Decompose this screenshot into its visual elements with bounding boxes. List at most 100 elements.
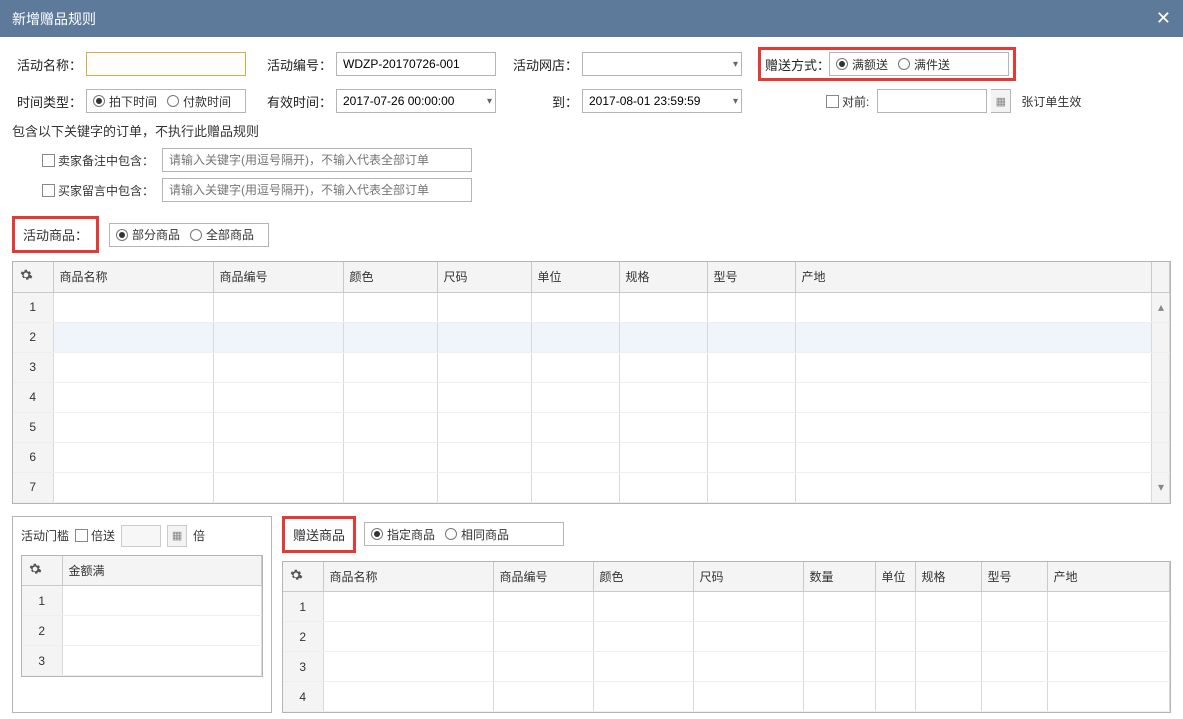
double-send-input[interactable] <box>121 525 161 547</box>
col-spec[interactable]: 规格 <box>915 562 981 592</box>
gear-header[interactable] <box>13 262 53 292</box>
table-cell[interactable] <box>795 382 1152 412</box>
table-cell[interactable] <box>323 622 493 652</box>
scrollbar[interactable] <box>1152 322 1170 352</box>
table-cell[interactable] <box>437 352 531 382</box>
table-cell[interactable] <box>437 322 531 352</box>
table-cell[interactable] <box>53 322 213 352</box>
table-cell[interactable] <box>343 382 437 412</box>
scrollbar[interactable] <box>1152 382 1170 412</box>
table-cell[interactable] <box>53 472 213 502</box>
col-origin[interactable]: 产地 <box>795 262 1152 292</box>
double-send-checkbox[interactable]: 倍送 <box>75 527 115 544</box>
table-cell[interactable] <box>795 412 1152 442</box>
table-cell[interactable] <box>493 592 593 622</box>
table-cell[interactable] <box>531 412 619 442</box>
table-cell[interactable] <box>693 622 803 652</box>
table-row[interactable]: 3 <box>283 652 1170 682</box>
table-cell[interactable] <box>707 472 795 502</box>
table-cell[interactable] <box>795 442 1152 472</box>
gear-header[interactable] <box>22 556 62 586</box>
table-row[interactable]: 5 <box>13 412 1170 442</box>
front-count-input[interactable] <box>877 89 987 113</box>
table-cell[interactable] <box>437 472 531 502</box>
table-cell[interactable] <box>213 472 343 502</box>
table-row[interactable]: 3 <box>13 352 1170 382</box>
grid-icon[interactable]: ▦ <box>167 525 187 547</box>
col-model[interactable]: 型号 <box>981 562 1047 592</box>
gift-scope-same[interactable]: 相同商品 <box>445 526 509 543</box>
table-cell[interactable] <box>619 442 707 472</box>
col-color[interactable]: 颜色 <box>593 562 693 592</box>
table-cell[interactable] <box>915 622 981 652</box>
table-cell[interactable] <box>213 442 343 472</box>
table-row[interactable]: 1▴ <box>13 292 1170 322</box>
table-row[interactable]: 6 <box>13 442 1170 472</box>
col-origin[interactable]: 产地 <box>1047 562 1170 592</box>
table-cell[interactable] <box>213 322 343 352</box>
table-cell[interactable] <box>343 352 437 382</box>
table-cell[interactable] <box>493 682 593 712</box>
table-cell[interactable] <box>981 622 1047 652</box>
table-cell[interactable] <box>795 322 1152 352</box>
table-cell[interactable] <box>795 292 1152 322</box>
calendar-icon[interactable]: ▦ <box>991 89 1011 113</box>
table-cell[interactable] <box>531 322 619 352</box>
table-row[interactable]: 2 <box>22 616 262 646</box>
col-model[interactable]: 型号 <box>707 262 795 292</box>
seller-remark-input[interactable] <box>162 148 472 172</box>
table-cell[interactable] <box>593 652 693 682</box>
table-cell[interactable] <box>62 616 262 646</box>
col-unit[interactable]: 单位 <box>875 562 915 592</box>
table-cell[interactable] <box>693 682 803 712</box>
table-cell[interactable] <box>531 352 619 382</box>
table-cell[interactable] <box>1047 652 1170 682</box>
table-cell[interactable] <box>981 682 1047 712</box>
buyer-message-input[interactable] <box>162 178 472 202</box>
table-cell[interactable] <box>493 652 593 682</box>
table-cell[interactable] <box>493 622 593 652</box>
col-color[interactable]: 颜色 <box>343 262 437 292</box>
table-row[interactable]: 1 <box>22 586 262 616</box>
gear-header[interactable] <box>283 562 323 592</box>
table-row[interactable]: 4 <box>283 682 1170 712</box>
table-cell[interactable] <box>803 682 875 712</box>
scrollbar[interactable]: ▾ <box>1152 472 1170 502</box>
table-cell[interactable] <box>213 292 343 322</box>
table-cell[interactable] <box>875 592 915 622</box>
valid-time-from-select[interactable]: ▾ <box>336 89 496 113</box>
table-cell[interactable] <box>619 472 707 502</box>
time-type-order[interactable]: 拍下时间 <box>93 93 157 110</box>
table-cell[interactable] <box>915 652 981 682</box>
table-cell[interactable] <box>803 652 875 682</box>
table-cell[interactable] <box>343 292 437 322</box>
table-cell[interactable] <box>693 652 803 682</box>
table-cell[interactable] <box>323 682 493 712</box>
table-row[interactable]: 3 <box>22 646 262 676</box>
table-cell[interactable] <box>323 652 493 682</box>
time-type-pay[interactable]: 付款时间 <box>167 93 231 110</box>
table-cell[interactable] <box>53 442 213 472</box>
table-cell[interactable] <box>62 646 262 676</box>
table-cell[interactable] <box>343 412 437 442</box>
gift-scope-specified[interactable]: 指定商品 <box>371 526 435 543</box>
table-cell[interactable] <box>531 292 619 322</box>
col-unit[interactable]: 单位 <box>531 262 619 292</box>
product-scope-partial[interactable]: 部分商品 <box>116 226 180 243</box>
table-cell[interactable] <box>213 382 343 412</box>
seller-remark-checkbox[interactable]: 卖家备注中包含： <box>42 152 162 169</box>
table-cell[interactable] <box>707 442 795 472</box>
col-qty[interactable]: 数量 <box>803 562 875 592</box>
table-cell[interactable] <box>875 682 915 712</box>
table-cell[interactable] <box>803 592 875 622</box>
table-cell[interactable] <box>915 682 981 712</box>
table-cell[interactable] <box>213 412 343 442</box>
activity-shop-select[interactable]: ▾ <box>582 52 742 76</box>
table-cell[interactable] <box>1047 592 1170 622</box>
valid-time-to-select[interactable]: ▾ <box>582 89 742 113</box>
table-cell[interactable] <box>619 382 707 412</box>
col-product-name[interactable]: 商品名称 <box>53 262 213 292</box>
col-name[interactable]: 商品名称 <box>323 562 493 592</box>
col-spec[interactable]: 规格 <box>619 262 707 292</box>
table-cell[interactable] <box>707 412 795 442</box>
